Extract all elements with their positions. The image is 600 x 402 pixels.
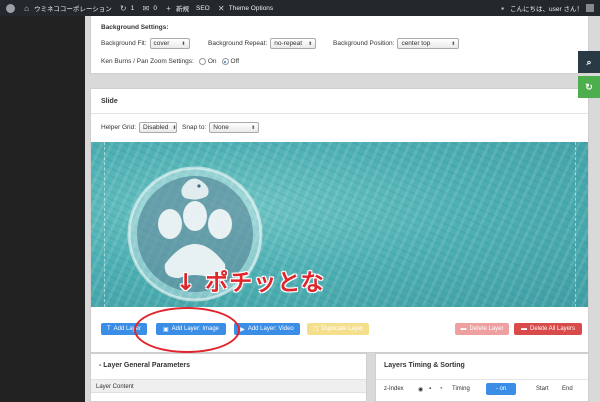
chat-icon: ▪ [501,3,504,13]
snap-value: None [213,124,229,131]
kenburns-off-radio[interactable] [221,58,229,65]
copy-icon: ❐ [312,326,319,333]
updates-count: 1 [130,4,135,12]
seo-label: SEO [196,4,210,12]
slide-panel-header: Slide [91,89,588,114]
kenburns-off-label: Off [230,58,240,65]
timing-toggle-label: - on [495,386,507,392]
background-fit-row: Background Fit: cover ⬍ [101,38,190,49]
comments-count: 0 [153,4,157,12]
duplicate-layer-button[interactable]: ❐ Duplicate Layer [307,323,369,335]
annotation-text: ↓ ポチッとな [176,270,325,296]
layers-timing-panel: Layers Timing & Sorting z-Index ◉ ▪ ◔ Ti… [375,353,589,402]
background-repeat-row: Background Repeat: no-repeat ⬍ [208,38,317,49]
helper-grid-value: Disabled [143,124,169,131]
theme-options-label: Theme Options [228,4,274,12]
delete-all-layers-button[interactable]: ▬ Delete All Layers [514,323,582,335]
timing-toggle[interactable]: - on [486,383,516,395]
comments-link[interactable]: ✉ 0 [141,4,157,13]
layer-content-label: Layer Content [96,384,134,390]
add-layer-video-button[interactable]: ▶ Add Layer: Video [234,323,300,335]
layer-general-parameters-panel: - Layer General Parameters Layer Content [90,353,367,402]
layer-params-title[interactable]: - Layer General Parameters [99,362,190,369]
clock-icon: ◔ [439,386,443,392]
kenburns-row: Ken Burns / Pan Zoom Settings: On Off [101,58,239,65]
new-content-link[interactable]: + 新規 [164,3,189,14]
eye-icon[interactable]: ◉ [418,386,423,393]
chevron-updown-icon: ⬍ [251,124,256,131]
updates-link[interactable]: ↻ 1 [119,3,135,13]
video-icon: ▶ [240,326,245,333]
delete-layer-button[interactable]: ▬ Delete Layer [455,323,509,335]
start-label: Start [536,386,549,392]
chevron-updown-icon: ⬍ [181,40,186,47]
helper-grid-label: Helper Grid: [101,124,137,131]
background-settings-title: Background Settings: [101,24,169,31]
search-icon[interactable]: ⌕ [578,51,600,73]
site-name: ウミネココーポレーション [34,6,112,13]
zindex-label: z-Index [384,386,404,392]
delete-all-layers-label: Delete All Layers [529,326,576,332]
background-position-value: center top [401,40,431,47]
text-icon: T [106,326,111,332]
tools-icon: ✕ [217,3,225,13]
slide-canvas[interactable] [91,142,588,307]
layers-timing-header-row: z-Index ◉ ▪ ◔ Timing - on Start End [376,379,588,399]
background-position-row: Background Position: center top ⬍ [333,38,460,49]
theme-options-link[interactable]: ✕ Theme Options [217,4,273,13]
background-position-label: Background Position: [333,40,395,47]
lock-icon[interactable]: ▪ [429,386,431,392]
seo-link[interactable]: SEO [196,5,210,12]
timing-label: Timing [452,386,470,392]
background-repeat-select[interactable]: no-repeat ⬍ [270,38,317,49]
kenburns-label: Ken Burns / Pan Zoom Settings: [101,58,194,65]
trash-icon: ▬ [520,326,527,332]
delete-layer-label: Delete Layer [469,326,504,332]
comments-icon: ✉ [142,3,150,13]
kenburns-on-label: On [207,58,217,65]
avatar [586,4,594,12]
new-label: 新規 [176,6,189,13]
background-repeat-label: Background Repeat: [208,40,268,47]
add-layer-video-label: Add Layer: Video [247,326,294,332]
background-fit-value: cover [153,40,170,47]
helper-grid-select[interactable]: Disabled ⬍ [139,122,178,133]
duplicate-layer-label: Duplicate Layer [321,326,364,332]
greeting: こんにちは、user さん！ [510,6,583,13]
site-name-link[interactable]: ⌂ ウミネココーポレーション [22,3,112,14]
end-label: End [562,386,573,392]
left-guide-line [104,142,105,307]
home-icon: ⌂ [24,3,29,13]
admin-bar: ⌂ ウミネココーポレーション ↻ 1 ✉ 0 + 新規 SEO ✕ Theme … [0,0,600,16]
trash-icon: ▬ [460,326,467,332]
chevron-updown-icon: ⬍ [451,40,456,47]
background-position-select[interactable]: center top ⬍ [397,38,460,49]
wordpress-logo-icon[interactable] [6,3,15,13]
snap-select[interactable]: None ⬍ [209,122,260,133]
account-menu[interactable]: ▪ こんにちは、user さん！ [498,0,594,16]
layer-content-bar: Layer Content [91,379,366,393]
chevron-updown-icon: ⬍ [172,124,177,131]
layers-timing-title: Layers Timing & Sorting [384,362,465,369]
slide-title: Slide [101,98,118,105]
right-guide-line [575,142,576,307]
kenburns-on-radio[interactable] [198,58,206,65]
helper-grid-row: Helper Grid: Disabled ⬍ Snap to: None ⬍ [101,122,260,133]
background-repeat-value: no-repeat [274,40,303,47]
plus-icon: + [166,3,171,13]
snap-label: Snap to: [182,124,207,131]
background-settings-panel: Background Settings: Background Fit: cov… [90,16,589,74]
refresh-icon[interactable]: ↻ [578,76,600,98]
admin-sidebar [0,16,85,402]
chevron-updown-icon: ⬍ [308,40,313,47]
updates-icon: ↻ [119,3,127,13]
background-fit-select[interactable]: cover ⬍ [149,38,190,49]
background-fit-label: Background Fit: [101,40,147,47]
annotation-ellipse [134,307,240,353]
